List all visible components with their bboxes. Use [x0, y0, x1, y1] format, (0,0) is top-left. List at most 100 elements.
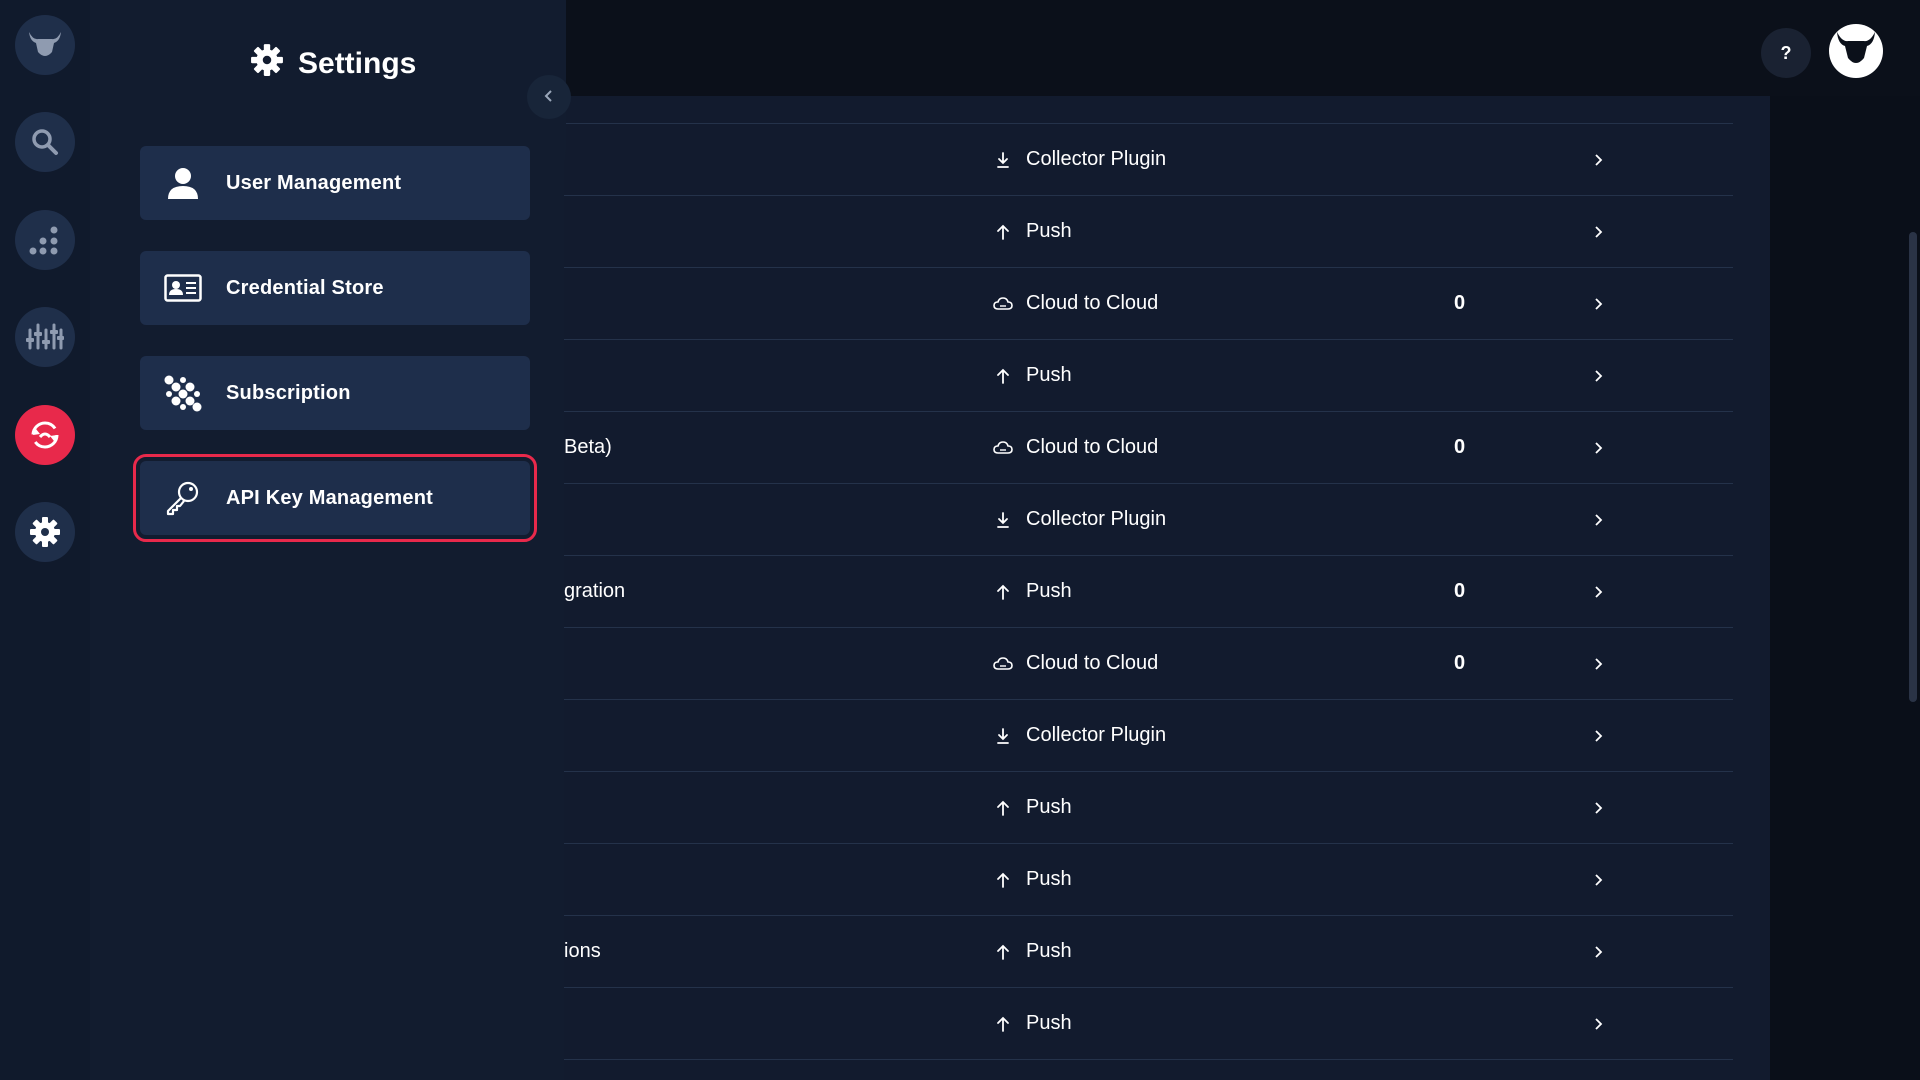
collapse-panel-button[interactable]	[527, 75, 571, 119]
avatar[interactable]	[1829, 24, 1883, 78]
cloud-icon	[992, 440, 1014, 456]
integration-type-label: Push	[1026, 796, 1072, 818]
table-row[interactable]: Collector Plugin	[564, 484, 1733, 556]
integration-type-label: Push	[1026, 940, 1072, 962]
integration-type-label: Collector Plugin	[1026, 508, 1167, 530]
chevron-left-icon	[543, 87, 555, 108]
integration-type: Push	[992, 844, 1072, 915]
integrations-table: Collector Plugin Push Cloud to Cloud 0 Push B…	[564, 123, 1733, 1060]
chevron-right-icon[interactable]	[1594, 988, 1604, 1059]
chevron-right-icon[interactable]	[1594, 196, 1604, 267]
analytics-button[interactable]	[15, 210, 75, 270]
scrollbar-thumb[interactable]	[1909, 232, 1917, 702]
integration-type: Cloud to Cloud	[992, 412, 1158, 483]
settings-button[interactable]	[15, 502, 75, 562]
integration-count: 0	[1454, 292, 1466, 314]
arrow-up-icon	[992, 871, 1014, 889]
key-icon	[140, 461, 226, 535]
subscription-icon	[140, 356, 226, 430]
arrow-up-icon	[992, 799, 1014, 817]
table-row[interactable]: gration Push 0	[564, 556, 1733, 628]
top-header	[564, 0, 1920, 96]
menu-item-label: API Key Management	[226, 486, 433, 509]
menu-item-label: Credential Store	[226, 276, 384, 299]
settings-panel: Settings User Management Credential Stor…	[90, 0, 564, 1080]
table-row[interactable]: Cloud to Cloud 0	[564, 628, 1733, 700]
integrations-button[interactable]	[15, 405, 75, 465]
arrow-up-icon	[992, 583, 1014, 601]
integration-name: gration	[564, 580, 626, 602]
table-row[interactable]: Cloud to Cloud 0	[564, 268, 1733, 340]
chevron-right-icon[interactable]	[1594, 124, 1604, 195]
analytics-icon	[28, 224, 62, 256]
help-button[interactable]: ?	[1761, 28, 1811, 78]
gear-icon	[250, 43, 284, 85]
user-icon	[140, 146, 226, 220]
download-icon	[992, 151, 1014, 169]
sync-icon	[27, 417, 63, 453]
chevron-right-icon[interactable]	[1594, 556, 1604, 627]
menu-item-credential-store[interactable]: Credential Store	[140, 251, 530, 325]
menu-item-subscription[interactable]: Subscription	[140, 356, 530, 430]
integration-type: Push	[992, 556, 1072, 627]
integration-type-label: Collector Plugin	[1026, 148, 1167, 170]
integration-type-label: Push	[1026, 364, 1072, 386]
sliders-button[interactable]	[15, 307, 75, 367]
chevron-right-icon[interactable]	[1594, 268, 1604, 339]
integration-type: Cloud to Cloud	[992, 268, 1158, 339]
menu-item-label: Subscription	[226, 381, 351, 404]
menu-item-user-management[interactable]: User Management	[140, 146, 530, 220]
table-row[interactable]: Push	[564, 844, 1733, 916]
chevron-right-icon[interactable]	[1594, 844, 1604, 915]
chevron-right-icon[interactable]	[1594, 916, 1604, 987]
integration-type: Collector Plugin	[992, 484, 1166, 555]
table-row[interactable]: Beta) Cloud to Cloud 0	[564, 412, 1733, 484]
integration-type: Collector Plugin	[992, 700, 1166, 771]
integrations-list: Collector Plugin Push Cloud to Cloud 0 Push B…	[564, 96, 1770, 1080]
download-icon	[992, 727, 1014, 745]
integration-type: Collector Plugin	[992, 124, 1166, 195]
arrow-up-icon	[992, 223, 1014, 241]
integration-name: ions	[564, 940, 601, 962]
chevron-right-icon[interactable]	[1594, 772, 1604, 843]
integration-type-label: Cloud to Cloud	[1026, 292, 1159, 314]
page-title: Settings	[250, 42, 416, 86]
table-row[interactable]: Collector Plugin	[564, 700, 1733, 772]
table-row[interactable]: Push	[564, 340, 1733, 412]
integration-type: Push	[992, 988, 1072, 1059]
chevron-right-icon[interactable]	[1594, 412, 1604, 483]
page-title-text: Settings	[298, 47, 417, 80]
integration-type-label: Push	[1026, 1012, 1072, 1034]
chevron-right-icon[interactable]	[1594, 700, 1604, 771]
arrow-up-icon	[992, 943, 1014, 961]
table-row[interactable]: Push	[564, 772, 1733, 844]
integration-type-label: Push	[1026, 220, 1072, 242]
table-row[interactable]: Collector Plugin	[564, 124, 1733, 196]
integration-type-label: Collector Plugin	[1026, 724, 1167, 746]
sliders-icon	[26, 322, 64, 352]
home-button[interactable]	[15, 15, 75, 75]
search-icon	[31, 128, 59, 156]
chevron-right-icon[interactable]	[1594, 628, 1604, 699]
chevron-right-icon[interactable]	[1594, 484, 1604, 555]
integration-type: Push	[992, 340, 1072, 411]
chevron-right-icon[interactable]	[1594, 340, 1604, 411]
integration-type: Push	[992, 196, 1072, 267]
table-row[interactable]: Push	[564, 196, 1733, 268]
help-label: ?	[1780, 42, 1792, 63]
integration-type-label: Push	[1026, 580, 1072, 602]
integration-type-label: Push	[1026, 868, 1072, 890]
integration-type: Cloud to Cloud	[992, 628, 1158, 699]
integration-count: 0	[1454, 580, 1466, 602]
cloud-icon	[992, 296, 1014, 312]
table-row[interactable]: ions Push	[564, 916, 1733, 988]
menu-item-label: User Management	[226, 171, 402, 194]
search-button[interactable]	[15, 112, 75, 172]
menu-item-api-key-management[interactable]: API Key Management	[133, 454, 537, 542]
cloud-icon	[992, 656, 1014, 672]
bull-logo-icon	[27, 30, 63, 60]
integration-type: Push	[992, 916, 1072, 987]
table-row[interactable]: Push	[564, 988, 1733, 1060]
gear-icon	[29, 516, 61, 548]
arrow-up-icon	[992, 367, 1014, 385]
